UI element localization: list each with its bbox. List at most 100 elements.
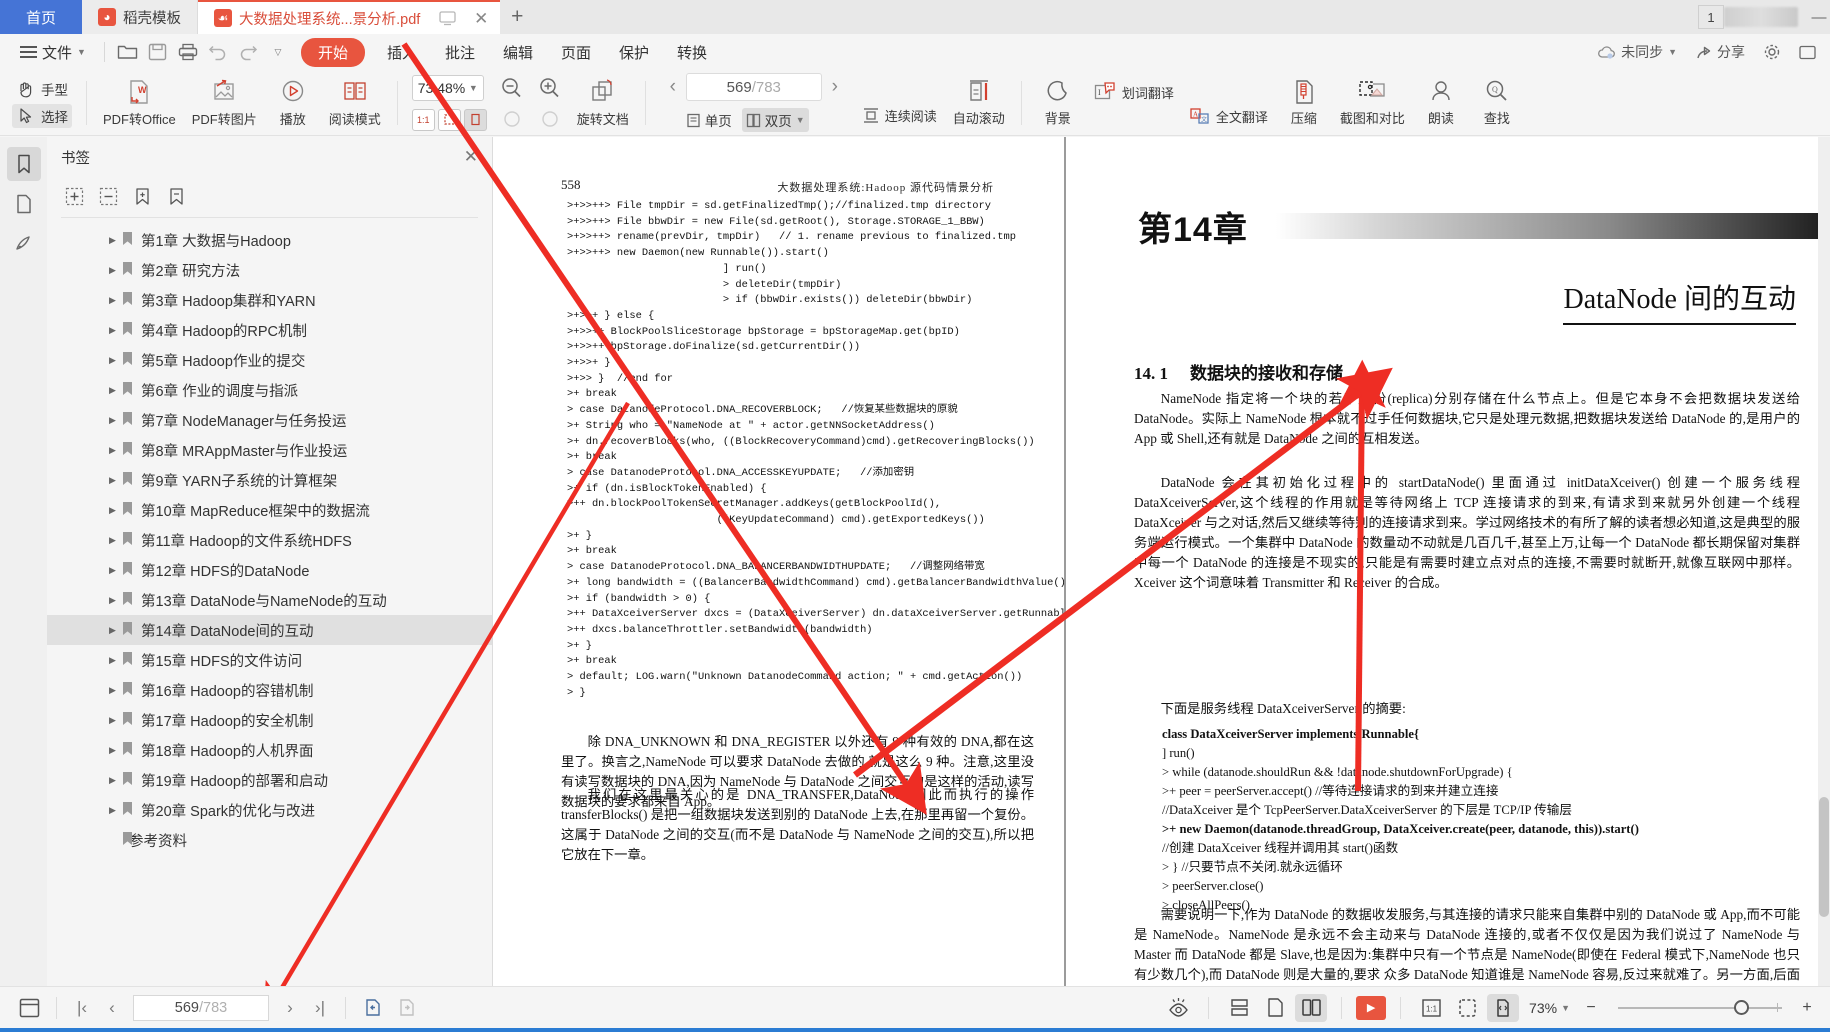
expand-triangle-icon[interactable]: ▶: [109, 745, 116, 756]
layout-icon[interactable]: [12, 993, 46, 1023]
actual-size-button[interactable]: 1:1: [411, 108, 435, 131]
remove-bookmark-icon[interactable]: [97, 185, 119, 207]
pdf-page-right[interactable]: 第14章 DataNode 间的互动 14. 1 数据块的接收和存储 NameNo…: [1066, 137, 1830, 986]
ribbon-tab-insert[interactable]: 插入: [373, 42, 431, 63]
bookmark-item-20[interactable]: ▶ 第20章 Spark的优化与改进: [47, 795, 492, 825]
bookmark-item-4[interactable]: ▶ 第4章 Hadoop的RPC机制: [47, 315, 492, 345]
select-tool-button[interactable]: 选择: [12, 104, 72, 128]
zoom-out-button[interactable]: [499, 75, 525, 101]
settings-button[interactable]: [1757, 43, 1787, 61]
pdf-page-left[interactable]: 558 大数据处理系统:Hadoop 源代码情景分析 >+>>++> File …: [493, 137, 1085, 986]
nav-forward-icon[interactable]: [390, 993, 424, 1023]
fit-page-button[interactable]: [437, 108, 461, 131]
ribbon-tab-comment[interactable]: 批注: [431, 42, 489, 63]
tab-count-badge[interactable]: 1: [1698, 5, 1724, 29]
zoom-level-input[interactable]: 73.48% ▼: [411, 74, 484, 101]
screenshot-compare-button[interactable]: 截图和对比: [1332, 72, 1413, 134]
ribbon-tab-start[interactable]: 开始: [300, 37, 365, 67]
tab-pdf-document[interactable]: ☙ 大数据处理系统...景分析.pdf ✕: [198, 0, 501, 34]
redo-icon[interactable]: [233, 38, 263, 66]
hand-tool-button[interactable]: 手型: [12, 77, 72, 101]
ribbon-tab-protect[interactable]: 保护: [605, 42, 663, 63]
bookmark-item-12[interactable]: ▶ 第12章 HDFS的DataNode: [47, 555, 492, 585]
fit-width-icon[interactable]: [1487, 993, 1520, 1022]
bookmark-item-17[interactable]: ▶ 第17章 Hadoop的安全机制: [47, 705, 492, 735]
rail-annotation-button[interactable]: [7, 227, 41, 261]
next-page-button[interactable]: ›: [822, 76, 848, 98]
goto-bookmark-icon[interactable]: [165, 185, 187, 207]
bookmark-item-7[interactable]: ▶ 第7章 NodeManager与任务投运: [47, 405, 492, 435]
actual-size-icon[interactable]: 1:1: [1415, 994, 1447, 1022]
tab-close-icon[interactable]: ✕: [470, 7, 492, 29]
bookmark-item-5[interactable]: ▶ 第5章 Hadoop作业的提交: [47, 345, 492, 375]
page-number-input[interactable]: 569/783: [685, 73, 822, 101]
ribbon-tab-convert[interactable]: 转换: [663, 42, 721, 63]
single-page-icon[interactable]: [1259, 994, 1291, 1022]
ribbon-tab-page[interactable]: 页面: [547, 42, 605, 63]
expand-triangle-icon[interactable]: ▶: [109, 715, 116, 726]
new-tab-button[interactable]: +: [500, 0, 535, 34]
minimize-icon[interactable]: —: [1808, 9, 1830, 26]
zoom-minus-button[interactable]: −: [1580, 999, 1602, 1017]
pdf-to-image-button[interactable]: PDF转图片: [184, 72, 265, 134]
bookmark-item-18[interactable]: ▶ 第18章 Hadoop的人机界面: [47, 735, 492, 765]
bookmark-item-16[interactable]: ▶ 第16章 Hadoop的容错机制: [47, 675, 492, 705]
expand-triangle-icon[interactable]: ▶: [109, 805, 116, 816]
find-button[interactable]: Q 查找: [1469, 72, 1525, 134]
double-page-icon[interactable]: [1295, 993, 1328, 1022]
share-button[interactable]: 分享: [1689, 42, 1751, 62]
open-folder-icon[interactable]: [113, 38, 143, 66]
prev-page-button[interactable]: ‹: [97, 998, 127, 1018]
sync-status-button[interactable]: 未同步 ▼: [1591, 42, 1683, 62]
expand-triangle-icon[interactable]: ▶: [109, 235, 116, 246]
bookmark-item-6[interactable]: ▶ 第6章 作业的调度与指派: [47, 375, 492, 405]
bookmark-item-2[interactable]: ▶ 第2章 研究方法: [47, 255, 492, 285]
expand-triangle-icon[interactable]: ▶: [109, 565, 116, 576]
bookmark-item-13[interactable]: ▶ 第13章 DataNode与NameNode的互动: [47, 585, 492, 615]
play-slideshow-icon[interactable]: ▶: [1356, 995, 1387, 1020]
eye-reading-icon[interactable]: [1162, 994, 1194, 1022]
continuous-scroll-icon[interactable]: [1223, 994, 1255, 1022]
background-button[interactable]: 背景: [1030, 72, 1086, 134]
print-icon[interactable]: [173, 38, 203, 66]
continuous-read-button[interactable]: 连续阅读: [854, 104, 945, 127]
expand-triangle-icon[interactable]: ▶: [109, 475, 116, 486]
first-page-button[interactable]: |‹: [67, 998, 97, 1018]
bookmark-item-11[interactable]: ▶ 第11章 Hadoop的文件系统HDFS: [47, 525, 492, 555]
zoom-slider-knob[interactable]: [1734, 1000, 1749, 1015]
expand-triangle-icon[interactable]: ▶: [109, 445, 116, 456]
expand-triangle-icon[interactable]: ▶: [109, 775, 116, 786]
vertical-scrollbar[interactable]: [1818, 137, 1830, 986]
bookmark-item-19[interactable]: ▶ 第19章 Hadoop的部署和启动: [47, 765, 492, 795]
expand-triangle-icon[interactable]: ▶: [109, 265, 116, 276]
pdf-to-office-button[interactable]: W PDF转Office: [95, 72, 184, 134]
nav-back-icon[interactable]: [356, 993, 390, 1023]
full-translate-button[interactable]: A文 全文翻译: [1182, 105, 1276, 128]
bookmark-item-3[interactable]: ▶ 第3章 Hadoop集群和YARN: [47, 285, 492, 315]
play-button[interactable]: 播放: [265, 72, 321, 134]
tab-home[interactable]: 首页: [0, 0, 83, 34]
save-icon[interactable]: [143, 38, 173, 66]
expand-triangle-icon[interactable]: ▶: [109, 535, 116, 546]
expand-triangle-icon[interactable]: ▶: [109, 595, 116, 606]
word-translate-button[interactable]: I 划词翻译: [1086, 80, 1182, 105]
prev-page-button[interactable]: ‹: [660, 76, 686, 98]
zoom-in-button[interactable]: [537, 75, 563, 101]
close-icon[interactable]: ✕: [464, 147, 478, 167]
undo-icon[interactable]: [203, 38, 233, 66]
expand-triangle-icon[interactable]: ▶: [109, 655, 116, 666]
zoom-plus-button[interactable]: +: [1796, 999, 1818, 1017]
bookmark-item-14[interactable]: ▶ 第14章 DataNode间的互动: [47, 615, 492, 645]
add-bookmark-icon[interactable]: [63, 185, 85, 207]
bookmark-item-9[interactable]: ▶ 第9章 YARN子系统的计算框架: [47, 465, 492, 495]
bookmark-item-10[interactable]: ▶ 第10章 MapReduce框架中的数据流: [47, 495, 492, 525]
file-menu-button[interactable]: 文件 ▼: [10, 37, 96, 67]
next-page-button[interactable]: ›: [275, 998, 305, 1018]
expand-triangle-icon[interactable]: ▶: [109, 385, 116, 396]
expand-triangle-icon[interactable]: ▶: [109, 325, 116, 336]
bookmark-item-15[interactable]: ▶ 第15章 HDFS的文件访问: [47, 645, 492, 675]
read-aloud-button[interactable]: 朗读: [1413, 72, 1469, 134]
tab-docer-template[interactable]: ◕ 稻壳模板: [82, 0, 199, 34]
fit-width-button[interactable]: [463, 108, 487, 131]
expand-triangle-icon[interactable]: ▶: [109, 685, 116, 696]
